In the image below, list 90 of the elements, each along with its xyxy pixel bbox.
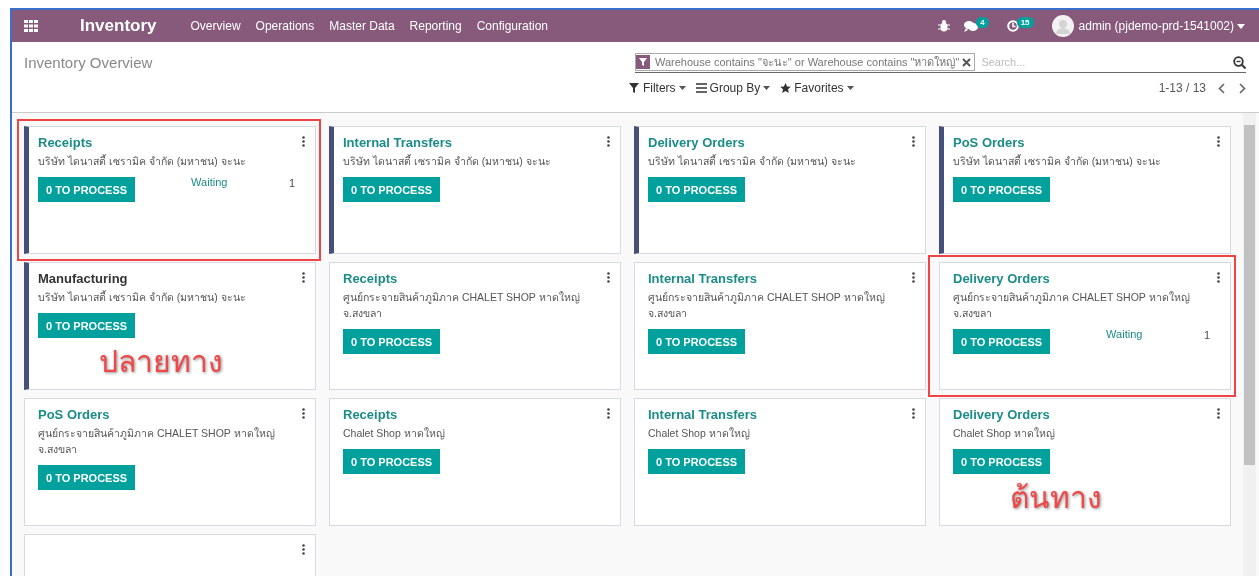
warehouse-name: บริษัท ไดนาสตี้ เซรามิค จำกัด (มหาชน) จะนะ — [343, 153, 552, 169]
kebab-menu-icon[interactable] — [607, 136, 610, 147]
breadcrumb: Inventory Overview — [24, 53, 154, 71]
waiting-count: 1 — [1203, 329, 1210, 341]
kebab-menu-icon[interactable] — [912, 272, 915, 283]
apps-menu-icon[interactable] — [24, 20, 38, 32]
to-process-button[interactable]: 0 TO PROCESS — [648, 329, 746, 354]
caret-icon[interactable] — [678, 86, 686, 90]
to-process-button[interactable]: 0 TO PROCESS — [953, 177, 1051, 202]
annotation-text: ต้นทาง — [1010, 480, 1102, 516]
warehouse-name: ศูนย์กระจายสินค้าภูมิภาค CHALET SHOP หาดใหญ่ จ.สงขลา — [953, 290, 1191, 321]
card-title[interactable]: Internal Transfers — [343, 135, 453, 150]
remove-icon[interactable] — [962, 57, 972, 67]
user-menu[interactable]: admin (pjdemo-prd-1541002) — [1051, 15, 1245, 37]
menu-item[interactable]: Configuration — [476, 19, 549, 33]
to-process-button[interactable]: 0 TO PROCESS — [648, 177, 746, 202]
warehouse-name: บริษัท ไดนาสตี้ เซรามิค จำกัด (มหาชน) จะนะ — [38, 289, 247, 305]
search-field[interactable]: Search... — [979, 55, 1233, 69]
search-icon[interactable] — [1233, 55, 1246, 69]
group-by-dropdown[interactable]: Group By — [695, 81, 771, 95]
clock-icon[interactable] — [1006, 20, 1019, 32]
caret-icon[interactable] — [763, 86, 771, 90]
to-process-button[interactable]: 0 TO PROCESS — [343, 329, 441, 354]
card-title[interactable]: Internal Transfers — [648, 271, 758, 286]
to-process-button[interactable]: 0 TO PROCESS — [953, 329, 1051, 354]
bug-icon[interactable] — [938, 20, 951, 32]
chat-icon[interactable] — [964, 20, 979, 32]
caret-icon[interactable] — [846, 86, 854, 90]
to-process-button[interactable]: 0 TO PROCESS — [953, 449, 1051, 474]
warehouse-name: ศูนย์กระจายสินค้าภูมิภาค CHALET SHOP หาดใหญ่ จ.สงขลา — [38, 426, 276, 457]
menu-item[interactable]: Reporting — [409, 19, 462, 33]
warehouse-name: ศูนย์กระจายสินค้าภูมิภาค CHALET SHOP หาดใหญ่ จ.สงขลา — [343, 290, 581, 321]
filter-icon[interactable] — [636, 55, 650, 69]
app-title[interactable]: Inventory — [80, 16, 157, 36]
card-title[interactable]: Delivery Orders — [953, 407, 1050, 422]
filter-icon[interactable] — [628, 83, 640, 93]
avatar-icon[interactable] — [1051, 15, 1074, 37]
warehouse-name: Chalet Shop หาดใหญ่ — [953, 426, 1056, 441]
warehouse-name: Chalet Shop หาดใหญ่ — [648, 426, 751, 441]
kebab-menu-icon[interactable] — [1217, 272, 1220, 283]
filter-facet[interactable]: Warehouse contains "จะนะ" or Warehouse contains "หาดใหญ่" — [635, 53, 976, 71]
caret-icon[interactable] — [1237, 23, 1245, 29]
pager-value: 1-13 / 13 — [1158, 81, 1206, 95]
waiting-link[interactable]: Waiting — [191, 176, 228, 188]
list-icon[interactable] — [695, 83, 707, 93]
card-title[interactable]: PoS Orders — [38, 407, 110, 422]
message-count-badge: 4 — [976, 16, 989, 28]
kebab-menu-icon[interactable] — [302, 408, 305, 419]
to-process-button[interactable]: 0 TO PROCESS — [343, 449, 441, 474]
card-title[interactable]: Internal Transfers — [648, 407, 758, 422]
warehouse-name: บริษัท ไดนาสตี้ เซรามิค จำกัด (มหาชน) จะนะ — [38, 153, 247, 169]
card-title: Manufacturing — [38, 271, 128, 286]
to-process-button[interactable]: 0 TO PROCESS — [38, 313, 136, 338]
scrollbar[interactable] — [1243, 113, 1256, 576]
kebab-menu-icon[interactable] — [607, 408, 610, 419]
warehouse-name: บริษัท ไดนาสตี้ เซรามิค จำกัด (มหาชน) จะนะ — [648, 153, 857, 169]
card-title[interactable]: Receipts — [343, 271, 398, 286]
warehouse-name: ศูนย์กระจายสินค้าภูมิภาค CHALET SHOP หาดใหญ่ จ.สงขลา — [648, 290, 886, 321]
kebab-menu-icon[interactable] — [912, 136, 915, 147]
activity-count-badge: 15 — [1016, 16, 1034, 28]
to-process-button[interactable]: 0 TO PROCESS — [38, 465, 136, 490]
kebab-menu-icon[interactable] — [302, 544, 305, 555]
kebab-menu-icon[interactable] — [1217, 408, 1220, 419]
menu-item[interactable]: Operations — [255, 19, 315, 33]
kebab-menu-icon[interactable] — [302, 136, 305, 147]
menu-item[interactable]: Master Data — [329, 19, 395, 33]
next-icon[interactable] — [1239, 82, 1246, 94]
to-process-button[interactable]: 0 TO PROCESS — [648, 449, 746, 474]
scrollbar-thumb[interactable] — [1244, 125, 1255, 465]
waiting-count: 1 — [288, 177, 295, 189]
card-title[interactable]: Delivery Orders — [648, 135, 745, 150]
kebab-menu-icon[interactable] — [912, 408, 915, 419]
kebab-menu-icon[interactable] — [607, 272, 610, 283]
to-process-button[interactable]: 0 TO PROCESS — [343, 177, 441, 202]
kebab-menu-icon[interactable] — [302, 272, 305, 283]
warehouse-name: Chalet Shop หาดใหญ่ — [343, 426, 446, 441]
star-icon[interactable] — [780, 83, 792, 93]
filters-dropdown[interactable]: Filters — [628, 81, 686, 95]
card-title[interactable]: PoS Orders — [953, 135, 1025, 150]
card-title[interactable]: Receipts — [343, 407, 398, 422]
warehouse-name: บริษัท ไดนาสตี้ เซรามิค จำกัด (มหาชน) จะนะ — [953, 153, 1162, 169]
card-title[interactable]: Receipts — [38, 135, 93, 150]
annotation-text: ปลายทาง — [99, 344, 223, 380]
menu-item[interactable]: Overview — [190, 19, 241, 33]
waiting-link[interactable]: Waiting — [1106, 328, 1143, 340]
favorites-dropdown[interactable]: Favorites — [780, 81, 854, 95]
previous-icon[interactable] — [1218, 82, 1225, 94]
to-process-button[interactable]: 0 TO PROCESS — [38, 177, 136, 202]
card-title[interactable]: Delivery Orders — [953, 271, 1050, 286]
kebab-menu-icon[interactable] — [1217, 136, 1220, 147]
